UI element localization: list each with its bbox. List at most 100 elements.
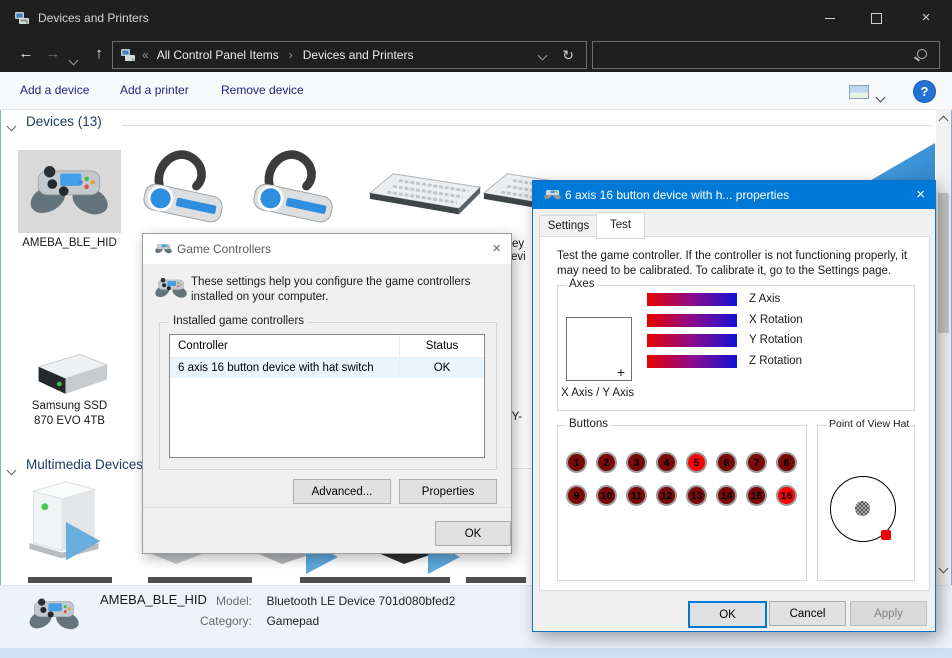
devices-and-printers-window: Devices and Printers × ← → ↑ « All Contr… xyxy=(0,0,952,658)
maximize-icon xyxy=(871,13,882,24)
clipped-device-label: ey xyxy=(512,238,524,250)
tab-test[interactable]: Test xyxy=(596,212,645,239)
buttons-row-2: 910111213141516 xyxy=(566,485,797,506)
y-rotation-bar xyxy=(647,334,737,347)
crosshair-marker: + xyxy=(617,364,625,380)
app-icon xyxy=(14,10,30,26)
properties-button[interactable]: Properties xyxy=(399,479,497,504)
headset-icon xyxy=(244,144,340,234)
game-controllers-dialog: Game Controllers × These settings help y… xyxy=(142,233,512,554)
xy-axis-box: + xyxy=(566,317,632,381)
maximize-button[interactable] xyxy=(853,0,900,36)
controller-button-5: 5 xyxy=(686,452,707,473)
search-icon xyxy=(917,49,927,59)
add-printer-button[interactable]: Add a printer xyxy=(120,72,189,109)
address-bar[interactable]: « All Control Panel Items › Devices and … xyxy=(112,41,587,69)
model-row: Model: Bluetooth LE Device 701d080bfed2 xyxy=(192,592,455,610)
remove-device-button[interactable]: Remove device xyxy=(221,72,304,109)
search-input[interactable] xyxy=(592,41,940,69)
category-value: Gamepad xyxy=(266,614,319,628)
chevron-down-icon xyxy=(7,466,17,476)
view-options-dropdown[interactable] xyxy=(877,88,884,106)
table-row[interactable]: 6 axis 16 button device with hat switchO… xyxy=(170,358,484,379)
add-device-button[interactable]: Add a device xyxy=(20,72,89,109)
device-label-ssd-line1[interactable]: Samsung SSD xyxy=(8,400,131,412)
view-options-icon[interactable] xyxy=(849,85,869,99)
controller-button-13: 13 xyxy=(686,485,707,506)
address-dropdown-icon[interactable] xyxy=(538,50,548,60)
controller-button-4: 4 xyxy=(656,452,677,473)
controller-button-12: 12 xyxy=(656,485,677,506)
breadcrumb-separator: › xyxy=(289,48,293,62)
devices-group-collapse[interactable] xyxy=(8,117,15,135)
chevron-down-icon xyxy=(876,93,886,103)
clipped-label-fragment xyxy=(466,577,526,583)
advanced-button[interactable]: Advanced... xyxy=(293,479,391,504)
tab-settings[interactable]: Settings xyxy=(539,215,598,238)
group-label: Installed game controllers xyxy=(169,315,308,327)
scroll-down-icon[interactable] xyxy=(939,564,949,574)
ok-button[interactable]: OK xyxy=(688,601,767,628)
devices-group-header[interactable]: Devices (13) xyxy=(26,114,102,129)
buttons-group: Buttons 12345678 910111213141516 xyxy=(557,425,807,581)
title-bar: Devices and Printers × xyxy=(0,0,952,36)
controllers-table-body: 6 axis 16 button device with hat switchO… xyxy=(170,358,484,379)
back-button[interactable]: ← xyxy=(12,36,40,72)
apply-button[interactable]: Apply xyxy=(850,601,927,626)
ok-button[interactable]: OK xyxy=(435,521,511,546)
keyboard-icon xyxy=(368,162,484,228)
dialog-title: 6 axis 16 button device with h... proper… xyxy=(565,181,789,209)
refresh-icon[interactable]: ↻ xyxy=(562,47,574,64)
column-header-controller[interactable]: Controller xyxy=(170,335,400,358)
controller-button-1: 1 xyxy=(566,452,587,473)
pov-hat-group: Point of View Hat xyxy=(817,425,915,581)
close-icon[interactable]: × xyxy=(916,181,925,209)
scroll-up-icon[interactable] xyxy=(939,116,949,126)
scrollbar-thumb[interactable] xyxy=(938,193,949,333)
clipped-label-fragment xyxy=(148,577,252,583)
controller-button-6: 6 xyxy=(716,452,737,473)
breadcrumb-item-control-panel[interactable]: All Control Panel Items xyxy=(157,48,279,62)
model-value: Bluetooth LE Device 701d080bfed2 xyxy=(266,594,455,608)
help-button[interactable]: ? xyxy=(913,80,936,103)
close-button[interactable]: × xyxy=(900,0,952,36)
device-label-gamepad[interactable]: AMEBA_BLE_HID xyxy=(8,237,131,249)
device-label-ssd-line2[interactable]: 870 EVO 4TB xyxy=(8,415,131,427)
x-rotation-label: X Rotation xyxy=(749,314,803,327)
ssd-drive-icon xyxy=(26,348,116,402)
pov-center-dot xyxy=(855,501,870,516)
media-device-icon xyxy=(14,476,114,568)
controller-button-8: 8 xyxy=(776,452,797,473)
breadcrumb-item-devices-printers[interactable]: Devices and Printers xyxy=(303,48,414,62)
window-title: Devices and Printers xyxy=(38,0,149,36)
control-panel-icon xyxy=(120,47,136,63)
devices-group-divider xyxy=(122,125,932,126)
vertical-scrollbar[interactable] xyxy=(936,109,951,585)
column-header-status[interactable]: Status xyxy=(400,335,485,358)
device-tile-gamepad[interactable] xyxy=(18,150,121,233)
selected-device-name: AMEBA_BLE_HID xyxy=(100,592,207,607)
z-axis-label: Z Axis xyxy=(749,293,780,306)
minimize-button[interactable] xyxy=(806,0,853,36)
test-description: Test the game controller. If the control… xyxy=(557,249,923,279)
controller-properties-dialog: 6 axis 16 button device with h... proper… xyxy=(532,180,936,632)
window-frame-bottom xyxy=(0,648,952,658)
chevron-down-icon xyxy=(7,122,17,132)
z-axis-bar xyxy=(647,293,737,306)
cancel-button[interactable]: Cancel xyxy=(769,601,846,626)
controller-button-3: 3 xyxy=(626,452,647,473)
close-icon[interactable]: × xyxy=(492,234,501,264)
chevron-down-icon xyxy=(69,56,79,66)
pov-group-label: Point of View Hat xyxy=(826,418,912,430)
clipped-label-fragment xyxy=(300,577,450,583)
up-button[interactable]: ↑ xyxy=(86,36,112,72)
controller-button-10: 10 xyxy=(596,485,617,506)
controller-button-9: 9 xyxy=(566,485,587,506)
controller-button-14: 14 xyxy=(716,485,737,506)
recent-pages-dropdown[interactable] xyxy=(70,51,77,69)
multimedia-group-header[interactable]: Multimedia Devices xyxy=(26,457,143,472)
forward-button[interactable]: → xyxy=(40,36,66,72)
controller-button-7: 7 xyxy=(746,452,767,473)
category-row: Category: Gamepad xyxy=(192,612,319,630)
category-label: Category: xyxy=(192,614,252,628)
